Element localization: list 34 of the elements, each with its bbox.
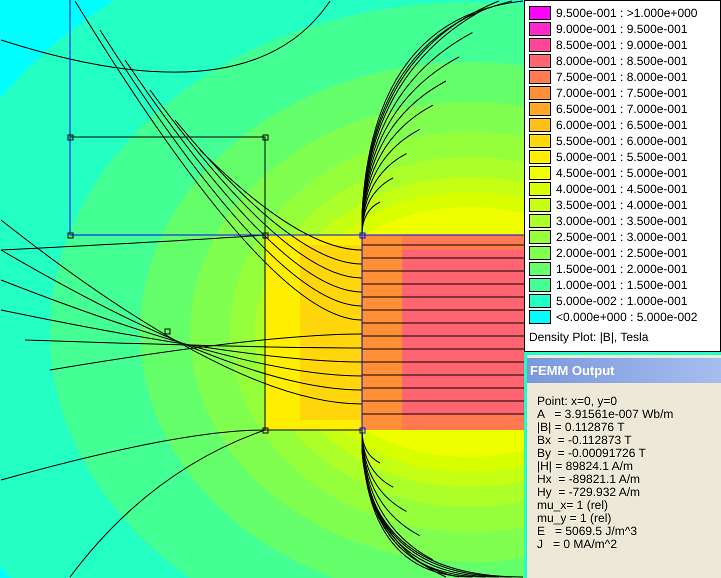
legend-label: 7.500e-001 : 8.000e-001 — [556, 70, 688, 84]
legend-label: 2.500e-001 : 3.000e-001 — [556, 230, 688, 244]
legend-label: 8.500e-001 : 9.000e-001 — [556, 38, 688, 52]
legend-label: 2.000e-001 : 2.500e-001 — [556, 246, 688, 260]
output-title-bar: FEMM Output — [527, 358, 721, 383]
output-line: Point: x=0, y=0 — [537, 395, 618, 408]
output-line: Hx = -89821.1 A/m — [537, 473, 642, 486]
output-line: E = 5069.5 J/m^3 — [537, 525, 638, 538]
legend-label: 4.500e-001 : 5.000e-001 — [556, 166, 688, 180]
output-line: |H| = 89824.1 A/m — [537, 460, 634, 473]
output-line: Bx = -0.112873 T — [537, 434, 633, 447]
legend-label: 5.000e-002 : 1.000e-001 — [556, 294, 688, 308]
legend-caption: Density Plot: |B|, Tesla — [529, 330, 650, 344]
legend-label: <0.000e+000 : 5.000e-002 — [556, 310, 698, 324]
legend-label: 6.500e-001 : 7.000e-001 — [556, 102, 688, 116]
legend-label: 3.500e-001 : 4.000e-001 — [556, 198, 688, 212]
legend-label: 5.000e-001 : 5.500e-001 — [556, 150, 688, 164]
legend-label: 3.000e-001 : 3.500e-001 — [556, 214, 688, 228]
output-line: A = 3.91561e-007 Wb/m — [537, 408, 674, 421]
output-line: Hy = -729.932 A/m — [537, 486, 642, 499]
output-line: mu_x= 1 (rel) — [537, 499, 610, 512]
output-line: mu_y = 1 (rel) — [537, 512, 612, 525]
output-line: |B| = 0.112876 T — [537, 421, 626, 434]
output-line: J = 0 MA/m^2 — [537, 538, 618, 551]
legend-label: 6.000e-001 : 6.500e-001 — [556, 118, 688, 132]
legend-label: 9.000e-001 : 9.500e-001 — [556, 22, 688, 36]
legend-label: 1.500e-001 : 2.000e-001 — [556, 262, 688, 276]
legend-label: 7.000e-001 : 7.500e-001 — [556, 86, 688, 100]
legend-label: 1.000e-001 : 1.500e-001 — [556, 278, 688, 292]
legend-label: 4.000e-001 : 4.500e-001 — [556, 182, 688, 196]
legend-label: 9.500e-001 : >1.000e+000 — [556, 6, 698, 20]
legend-label: 5.500e-001 : 6.000e-001 — [556, 134, 688, 148]
legend-label: 8.000e-001 : 8.500e-001 — [556, 54, 688, 68]
output-line: By = -0.00091726 T — [537, 447, 647, 460]
